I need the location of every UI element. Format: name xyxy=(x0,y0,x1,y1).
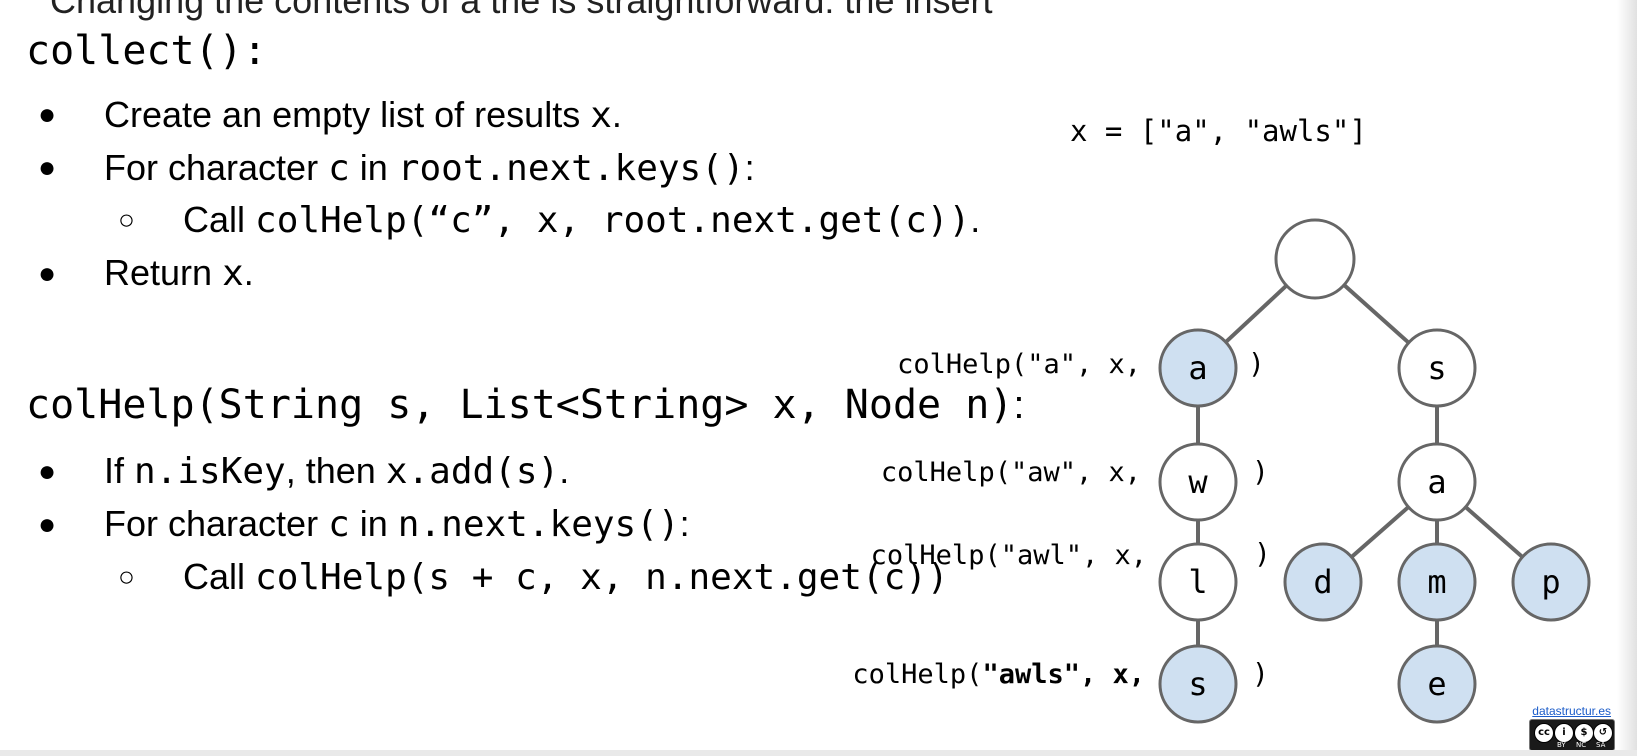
cc-label-nc: NC xyxy=(1576,741,1587,749)
trie-edge-a2-d xyxy=(1350,505,1410,559)
cc-icon: cc xyxy=(1534,723,1554,743)
trie-node-label-a2: a xyxy=(1427,463,1446,501)
trie-node-label-l: l xyxy=(1188,563,1207,601)
datastructur-link[interactable]: datastructur.es xyxy=(1532,704,1611,718)
trie-node-label-a: a xyxy=(1188,349,1207,387)
trie-edge-root-a xyxy=(1224,284,1288,344)
trie-node-label-s: s xyxy=(1427,349,1446,387)
trie-node-root xyxy=(1274,218,1356,300)
cc-license-badge: cc i $ ↺ BY NC SA xyxy=(1529,719,1615,751)
trie-edge-root-s xyxy=(1342,283,1410,345)
trie-diagram: a s w a l d m p s e xyxy=(1158,218,1591,724)
trie-node-label-s2: s xyxy=(1188,665,1207,703)
trie-node-label-w: w xyxy=(1188,463,1208,501)
sa-icon: ↺ xyxy=(1593,723,1613,743)
trie-node-label-e: e xyxy=(1427,665,1446,703)
cc-label-by: BY xyxy=(1557,741,1566,749)
trie-node-label-p: p xyxy=(1541,563,1560,601)
cc-label-sa: SA xyxy=(1596,741,1606,749)
slide-edge-shadow xyxy=(1617,0,1637,756)
trie-edge-a2-p xyxy=(1464,505,1524,559)
nc-icon: $ xyxy=(1574,723,1594,743)
by-icon: i xyxy=(1554,723,1574,743)
trie-node-label-m: m xyxy=(1427,563,1446,601)
trie-node-label-d: d xyxy=(1313,563,1332,601)
bottom-bar xyxy=(0,750,1637,756)
